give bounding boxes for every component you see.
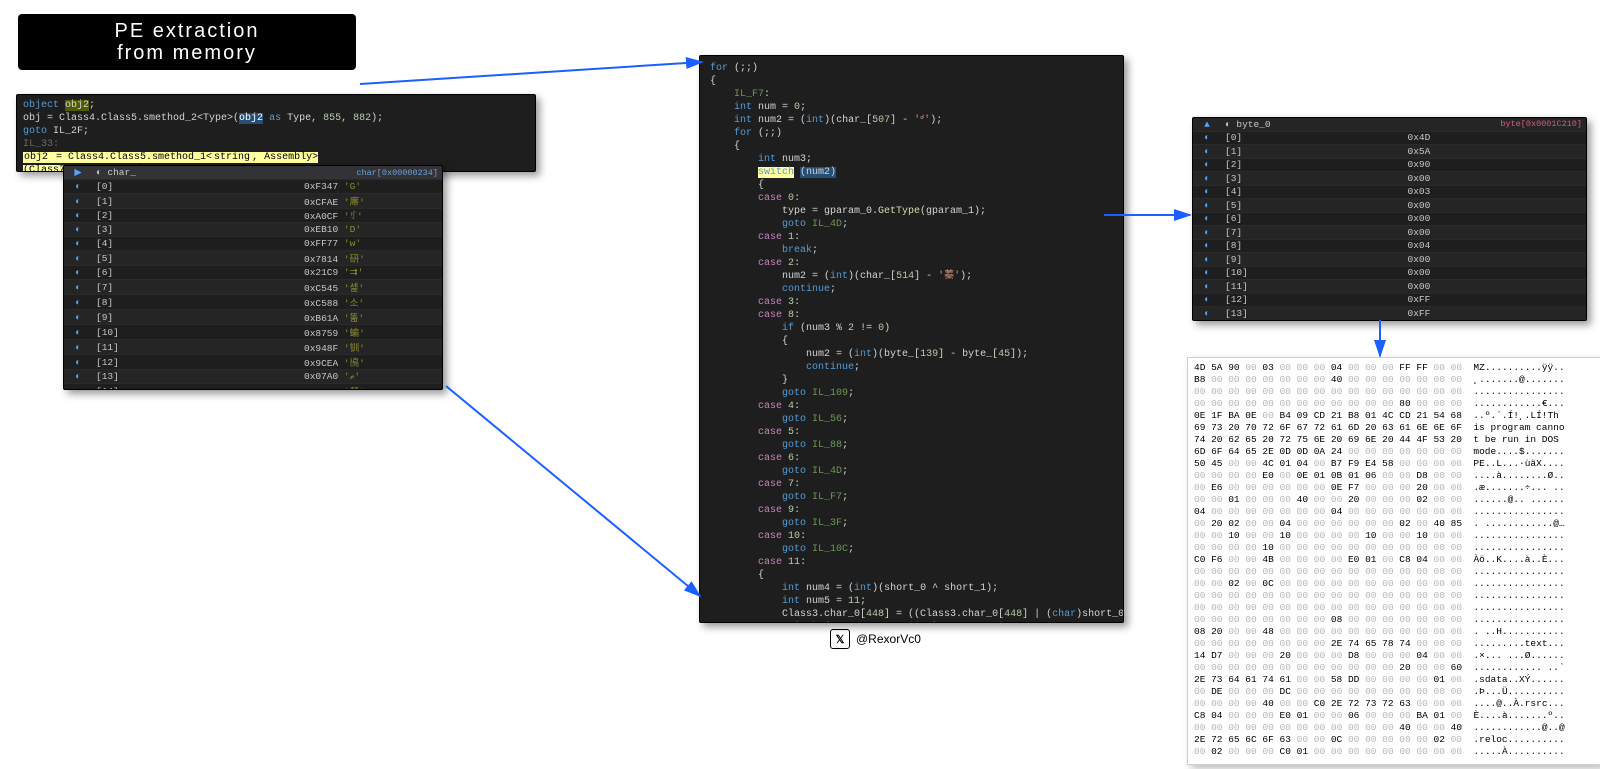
title-banner: PE extraction from memory bbox=[18, 14, 356, 70]
table-row: ◐[8]0xC588 '소' bbox=[64, 295, 442, 310]
char-watch-table: ▶◐ char_char[0x00000234]◐[0]0xF347 'G'◐[… bbox=[64, 166, 442, 390]
table-row: ◐[10]0x00 bbox=[1193, 266, 1586, 280]
table-row: ◐[11]0x948F '钏' bbox=[64, 340, 442, 355]
table-row: ◐[8]0x04 bbox=[1193, 239, 1586, 253]
hex-dump-panel: 4D 5A 90 00 03 00 00 00 04 00 00 00 FF F… bbox=[1187, 357, 1600, 765]
table-row: ◐[2]0xA0CF 'ꃏ' bbox=[64, 209, 442, 223]
decompiled-code-panel: for (;;){ IL_F7: int num = 0; int num2 =… bbox=[699, 55, 1124, 623]
table-row: ◐[3]0xEB10 'D' bbox=[64, 223, 442, 237]
table-row: ◐[5]0x7814 '研' bbox=[64, 251, 442, 266]
table-row: ◐[14]0x7162 '煢' bbox=[64, 384, 442, 391]
table-row: ◐[0]0x4D bbox=[1193, 131, 1586, 145]
byte-watch-panel: ▲◐ byte_0byte[0x0001C210]◐[0]0x4D◐[1]0x5… bbox=[1192, 117, 1587, 321]
decompiled-code-pre: for (;;){ IL_F7: int num = 0; int num2 =… bbox=[710, 62, 1113, 623]
table-row: ◐[4]0x03 bbox=[1193, 185, 1586, 199]
arrow-2 bbox=[440, 380, 720, 610]
table-row: ◐[6]0x21C9 '⇉' bbox=[64, 266, 442, 280]
byte-watch-table: ▲◐ byte_0byte[0x0001C210]◐[0]0x4D◐[1]0x5… bbox=[1193, 118, 1586, 321]
il-snippet-panel: object obj2;obj = Class4.Class5.smethod_… bbox=[16, 94, 536, 172]
table-row: ◐[1]0xCFAE '鿮' bbox=[64, 194, 442, 209]
table-row: ◐[0]0xF347 'G' bbox=[64, 180, 442, 194]
table-row: ◐[13]0x07A0 'ޠ' bbox=[64, 370, 442, 384]
table-row: ◐[5]0x00 bbox=[1193, 199, 1586, 213]
table-row: ◐[2]0x90 bbox=[1193, 158, 1586, 172]
table-row: ◐[7]0xC545 '셅' bbox=[64, 280, 442, 295]
credit-handle: @RexorVc0 bbox=[856, 632, 921, 646]
title-text: PE extraction from memory bbox=[115, 20, 260, 64]
table-row: ◐[1]0x5A bbox=[1193, 145, 1586, 159]
table-row: ◐[9]0x00 bbox=[1193, 253, 1586, 267]
table-row: ◐[10]0x8759 '蝙' bbox=[64, 325, 442, 340]
table-row: ◐[11]0x00 bbox=[1193, 280, 1586, 294]
char-watch-panel: ▶◐ char_char[0x00000234]◐[0]0xF347 'G'◐[… bbox=[63, 165, 443, 390]
x-logo-icon: 𝕏 bbox=[830, 629, 850, 649]
arrow-1 bbox=[356, 22, 716, 102]
table-row: ◐[12]0x9CEA '鳪' bbox=[64, 355, 442, 370]
table-row: ◐[12]0xFF bbox=[1193, 293, 1586, 307]
table-row: ◐[6]0x00 bbox=[1193, 212, 1586, 226]
credit: 𝕏 @RexorVc0 bbox=[830, 629, 921, 649]
table-row: ◐[4]0xFF77 'w' bbox=[64, 237, 442, 251]
table-row: ◐[14]0x00 bbox=[1193, 320, 1586, 321]
table-row: ◐[3]0x00 bbox=[1193, 172, 1586, 186]
table-row: ◐[7]0x00 bbox=[1193, 226, 1586, 240]
table-row: ◐[13]0xFF bbox=[1193, 307, 1586, 321]
table-row: ◐[9]0xB61A '똚' bbox=[64, 310, 442, 325]
